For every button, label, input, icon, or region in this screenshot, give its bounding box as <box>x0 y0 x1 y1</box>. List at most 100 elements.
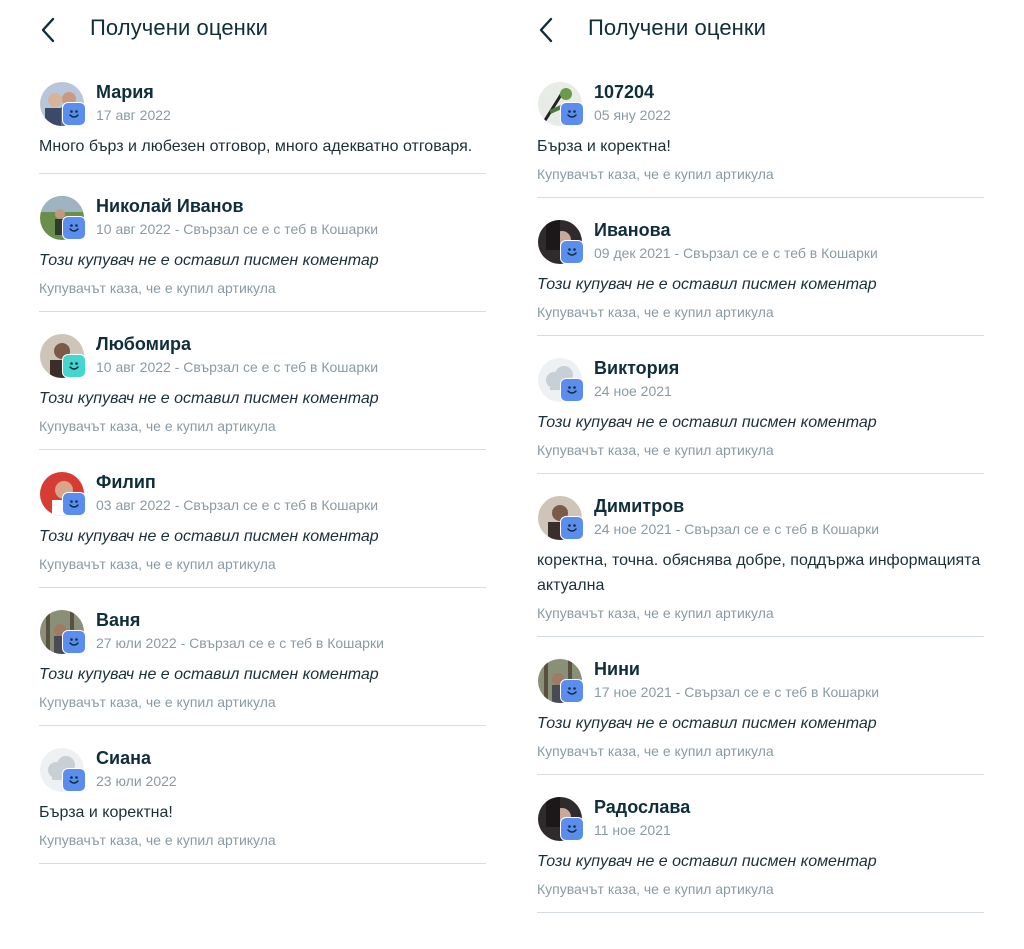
reviewer-name[interactable]: Любомира <box>96 332 486 356</box>
purchase-note: Купувачът каза, че е купил артикула <box>537 304 774 320</box>
review-item: Любомира 10 авг 2022 - Свързал се е с теб… <box>39 332 486 450</box>
purchase-note: Купувачът каза, че е купил артикула <box>39 694 276 710</box>
chevron-left-icon <box>539 17 553 43</box>
review-meta: Виктория 24 ное 2021 <box>594 356 984 402</box>
avatar[interactable] <box>40 748 86 794</box>
page-title: Получени оценки <box>90 15 269 40</box>
avatar[interactable] <box>538 82 584 128</box>
avatar[interactable] <box>40 334 86 380</box>
review-date: 11 ное 2021 <box>594 822 671 838</box>
rating-badge <box>62 768 86 792</box>
review-date: 03 авг 2022 - Свързал се е с теб в Кошар… <box>96 497 379 513</box>
purchase-note: Купувачът каза, че е купил артикула <box>537 166 774 182</box>
review-item: Ваня 27 юли 2022 - Свързал се е с теб в К… <box>39 608 486 726</box>
review-meta: Николай Иванов 10 авг 2022 - Свързал се е… <box>96 194 486 240</box>
avatar[interactable] <box>538 220 584 266</box>
reviewer-name[interactable]: Нини <box>594 657 984 681</box>
reviewer-name[interactable]: 107204 <box>594 80 984 104</box>
review-meta: Сиана 23 юли 2022 <box>96 746 486 792</box>
review-date: 17 ное 2021 - Свързал се е с теб в Кошар… <box>594 684 880 700</box>
purchase-note: Купувачът каза, че е купил артикула <box>537 881 774 897</box>
review-comment: Този купувач не е оставил писмен комента… <box>39 528 379 545</box>
review-comment: Бърза и коректна! <box>537 138 671 155</box>
reviewer-name[interactable]: Ваня <box>96 608 486 632</box>
reviewer-name[interactable]: Сиана <box>96 746 486 770</box>
reviewer-name[interactable]: Иванова <box>594 218 984 242</box>
review-date: 23 юли 2022 <box>96 773 177 789</box>
review-comment: коректна, точна. обяснява добре, поддърж… <box>537 552 981 594</box>
review-meta: Нини 17 ное 2021 - Свързал се е с теб в К… <box>594 657 984 703</box>
reviews-list: 107204 05 яну 2022 Бърза и коректна! Купува… <box>537 80 984 933</box>
review-meta: Иванова 09 дек 2021 - Свързал се е с теб … <box>594 218 984 264</box>
review-item: Димитров 24 ное 2021 - Свързал се е с теб… <box>537 494 984 637</box>
review-comment: Този купувач не е оставил писмен комента… <box>39 666 379 683</box>
reviewer-name[interactable]: Радослава <box>594 795 984 819</box>
chevron-left-icon <box>41 17 55 43</box>
review-item: Радослава 11 ное 2021 Този купувач не е ос… <box>537 795 984 913</box>
purchase-note: Купувачът каза, че е купил артикула <box>39 418 276 434</box>
review-meta: 107204 05 яну 2022 <box>594 80 984 126</box>
review-item: 107204 05 яну 2022 Бърза и коректна! Купува… <box>537 80 984 198</box>
header: Получени оценки <box>40 10 268 50</box>
smile-icon <box>567 110 577 118</box>
avatar[interactable] <box>40 610 86 656</box>
avatar[interactable] <box>538 659 584 705</box>
reviews-panel-right: Получени оценки 107204 05 яну 2022 Бърза и… <box>498 0 984 949</box>
review-comment: Този купувач не е оставил писмен комента… <box>39 252 379 269</box>
review-comment: Бърза и коректна! <box>39 804 173 821</box>
reviewer-name[interactable]: Мария <box>96 80 486 104</box>
rating-badge <box>62 630 86 654</box>
reviewer-name[interactable]: Николай Иванов <box>96 194 486 218</box>
rating-badge <box>560 102 584 126</box>
smile-icon <box>567 386 577 394</box>
rating-badge <box>62 492 86 516</box>
review-comment: Много бърз и любезен отговор, много адек… <box>39 138 473 155</box>
reviewer-name[interactable]: Виктория <box>594 356 984 380</box>
review-date: 10 авг 2022 - Свързал се е с теб в Кошар… <box>96 221 379 237</box>
review-meta: Радослава 11 ное 2021 <box>594 795 984 841</box>
reviewer-name[interactable]: Филип <box>96 470 486 494</box>
review-item: Николай Иванов 10 авг 2022 - Свързал се е… <box>39 194 486 312</box>
purchase-note: Купувачът каза, че е купил артикула <box>39 556 276 572</box>
review-meta: Филип 03 авг 2022 - Свързал се е с теб в … <box>96 470 486 516</box>
avatar[interactable] <box>40 82 86 128</box>
review-comment: Този купувач не е оставил писмен комента… <box>39 390 379 407</box>
smile-icon <box>567 524 577 532</box>
reviewer-name[interactable]: Димитров <box>594 494 984 518</box>
review-date: 24 ное 2021 <box>594 383 672 399</box>
review-date: 05 яну 2022 <box>594 107 671 123</box>
review-item: Виктория 24 ное 2021 Този купувач не е ост… <box>537 356 984 474</box>
avatar[interactable] <box>538 358 584 404</box>
review-item: Нини 17 ное 2021 - Свързал се е с теб в К… <box>537 657 984 775</box>
review-date: 24 ное 2021 - Свързал се е с теб в Кошар… <box>594 521 880 537</box>
review-meta: Мария 17 авг 2022 <box>96 80 486 126</box>
review-item: Сиана 23 юли 2022 Бърза и коректна! Купувач… <box>39 746 486 864</box>
rating-badge <box>560 378 584 402</box>
avatar[interactable] <box>538 496 584 542</box>
back-button[interactable] <box>40 13 66 47</box>
avatar[interactable] <box>40 196 86 242</box>
rating-badge <box>62 216 86 240</box>
avatar[interactable] <box>538 797 584 843</box>
avatar[interactable] <box>40 472 86 518</box>
smile-icon <box>69 638 79 646</box>
review-item: Филип 03 авг 2022 - Свързал се е с теб в … <box>39 470 486 588</box>
smile-icon <box>567 825 577 833</box>
page-title: Получени оценки <box>588 15 767 40</box>
review-comment: Този купувач не е оставил писмен комента… <box>537 853 877 870</box>
purchase-note: Купувачът каза, че е купил артикула <box>537 743 774 759</box>
review-date: 17 авг 2022 <box>96 107 171 123</box>
back-button[interactable] <box>538 13 564 47</box>
review-comment: Този купувач не е оставил писмен комента… <box>537 715 877 732</box>
purchase-note: Купувачът каза, че е купил артикула <box>537 442 774 458</box>
smile-icon <box>69 500 79 508</box>
purchase-note: Купувачът каза, че е купил артикула <box>39 280 276 296</box>
rating-badge <box>62 354 86 378</box>
review-comment: Този купувач не е оставил писмен комента… <box>537 414 877 431</box>
smile-icon <box>69 362 79 370</box>
reviews-list: Мария 17 авг 2022 Много бърз и любезен отг… <box>39 80 486 884</box>
smile-icon <box>567 248 577 256</box>
purchase-note: Купувачът каза, че е купил артикула <box>39 832 276 848</box>
smile-icon <box>69 776 79 784</box>
review-meta: Любомира 10 авг 2022 - Свързал се е с теб… <box>96 332 486 378</box>
